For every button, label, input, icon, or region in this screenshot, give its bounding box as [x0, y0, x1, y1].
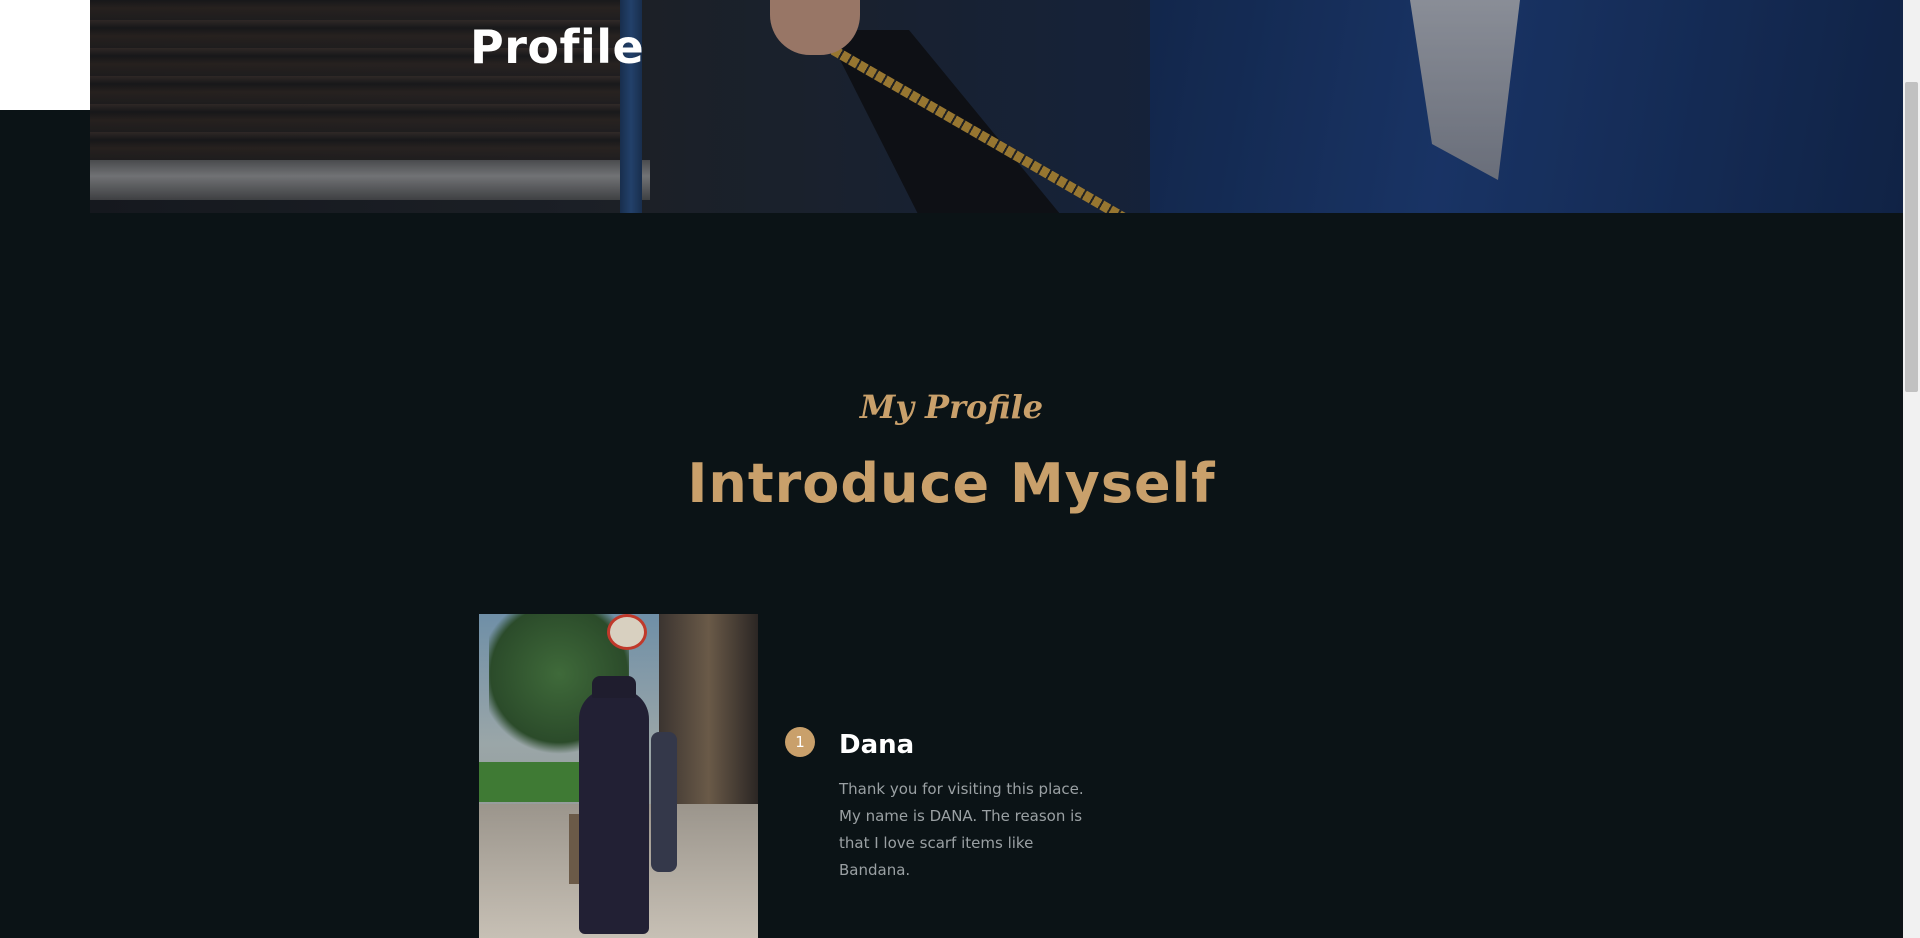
photo-hat	[592, 676, 636, 698]
photo-sign	[607, 614, 647, 650]
photo-coat	[651, 732, 677, 872]
step-number-badge: 1	[785, 727, 815, 757]
profile-name: Dana	[839, 730, 915, 760]
logo[interactable]	[0, 0, 90, 110]
hero-banner	[90, 0, 1903, 213]
profile-description: Thank you for visiting this place. My na…	[839, 780, 1084, 879]
page: Profile My Profile Introduce Myself 1 Da…	[0, 0, 1920, 938]
section-title: Introduce Myself	[687, 452, 1216, 515]
profile-photo	[479, 614, 758, 938]
hero-overlay	[90, 0, 1903, 213]
scrollbar-thumb[interactable]	[1905, 82, 1918, 392]
section-subtitle: My Profile	[859, 388, 1044, 426]
vertical-scrollbar[interactable]	[1903, 0, 1920, 938]
page-title: Profile	[470, 20, 645, 74]
photo-person	[579, 689, 649, 934]
